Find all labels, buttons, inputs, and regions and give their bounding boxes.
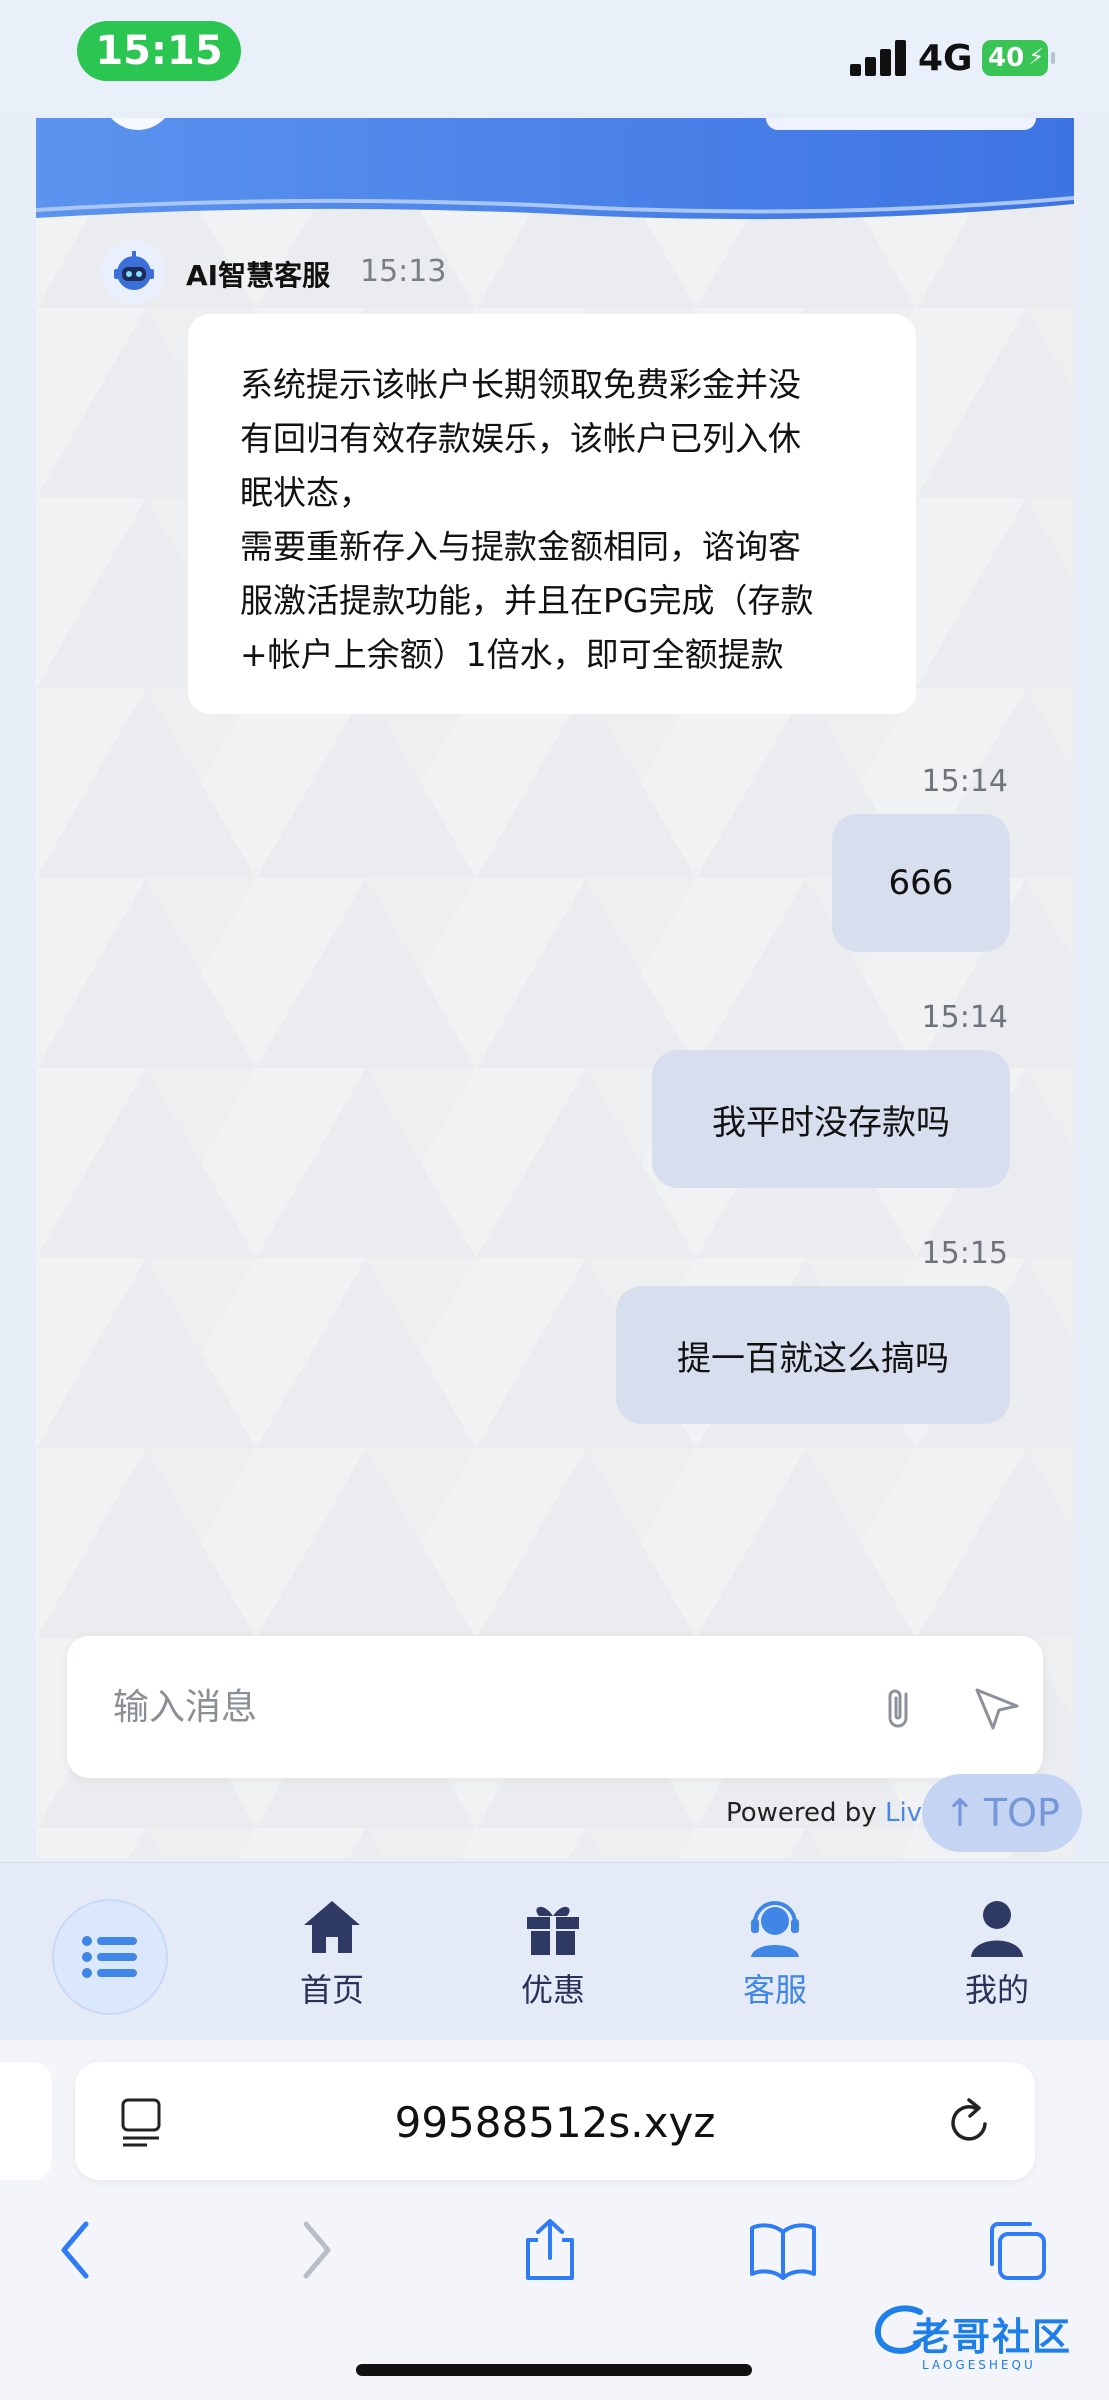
nav-label: 我的 <box>964 1971 1029 2009</box>
nav-item-promotions[interactable]: 优惠 <box>498 1895 608 2011</box>
url-text: 99588512s.xyz <box>394 2098 716 2147</box>
user-message-bubble: 提一百就这么搞吗 <box>616 1286 1010 1424</box>
gift-icon <box>527 1906 579 1955</box>
address-bar[interactable]: 99588512s.xyz <box>75 2062 1035 2180</box>
watermark-subtext: LAOGESHEQU <box>922 2358 1036 2372</box>
bot-message-bubble: 系统提示该帐户长期领取免费彩金并没 有回归有效存款娱乐，该帐户已列入休 眠状态，… <box>188 314 916 714</box>
headset-icon <box>751 1901 799 1957</box>
powered-by: Powered by Liv <box>726 1798 922 1828</box>
scroll-top-button[interactable]: ↑ TOP <box>922 1774 1082 1852</box>
paperclip-icon[interactable] <box>873 1680 927 1734</box>
bot-avatar <box>102 240 166 304</box>
user-message-bubble: 666 <box>832 814 1010 952</box>
bot-message-time: 15:13 <box>360 254 447 289</box>
charging-icon: ⚡ <box>1028 45 1044 70</box>
status-time: 15:15 <box>77 21 241 81</box>
signal-icon <box>850 40 906 76</box>
network-label: 4G <box>918 38 973 79</box>
chat-frame: AI智慧客服 15:13 系统提示该帐户长期领取免费彩金并没 有回归有效存款娱乐… <box>36 118 1074 1858</box>
list-icon <box>82 1936 137 1978</box>
powered-by-brand[interactable]: Liv <box>885 1798 922 1828</box>
nav-label: 优惠 <box>520 1971 585 2009</box>
nav-item-home[interactable]: 首页 <box>277 1895 387 2011</box>
user-message-bubble: 我平时没存款吗 <box>652 1050 1010 1188</box>
send-icon[interactable] <box>971 1682 1023 1734</box>
arrow-up-icon: ↑ <box>944 1791 976 1835</box>
scroll-top-label: TOP <box>983 1791 1060 1835</box>
home-icon <box>304 1901 360 1953</box>
home-indicator <box>356 2364 752 2376</box>
nav-item-support[interactable]: 客服 <box>720 1895 830 2011</box>
user-icon <box>971 1901 1023 1957</box>
menu-button[interactable] <box>52 1899 168 2015</box>
status-bar: 15:15 4G 40 ⚡ <box>0 0 1109 110</box>
user-message-time: 15:14 <box>921 1000 1008 1035</box>
watermark-logo: 老哥社区 LAOGESHEQU <box>870 2300 1098 2380</box>
banner-widget <box>766 118 1036 130</box>
header-banner <box>36 118 1074 220</box>
bottom-nav: 首页 优惠 客服 我的 <box>0 1862 1109 2040</box>
nav-item-profile[interactable]: 我的 <box>942 1895 1052 2011</box>
robot-icon <box>114 251 154 290</box>
message-composer <box>67 1636 1043 1778</box>
bookmarks-icon[interactable] <box>748 2218 818 2282</box>
battery-level: 40 <box>988 43 1025 73</box>
watermark-text: 老哥社区 <box>912 2315 1073 2359</box>
powered-by-label: Powered by <box>726 1798 885 1828</box>
forward-icon[interactable] <box>296 2218 336 2282</box>
nav-label: 首页 <box>299 1971 364 2009</box>
battery-icon: 40 ⚡ <box>982 40 1055 76</box>
bot-name: AI智慧客服 <box>186 259 331 292</box>
user-message-time: 15:15 <box>921 1236 1008 1271</box>
message-input[interactable] <box>113 1674 753 1740</box>
nav-label: 客服 <box>742 1971 807 2009</box>
tabs-icon[interactable] <box>984 2218 1048 2282</box>
previous-tab[interactable] <box>0 2062 52 2180</box>
back-icon[interactable] <box>56 2218 96 2282</box>
share-icon[interactable] <box>520 2218 580 2282</box>
reload-icon[interactable] <box>945 2096 993 2146</box>
user-message-time: 15:14 <box>921 764 1008 799</box>
